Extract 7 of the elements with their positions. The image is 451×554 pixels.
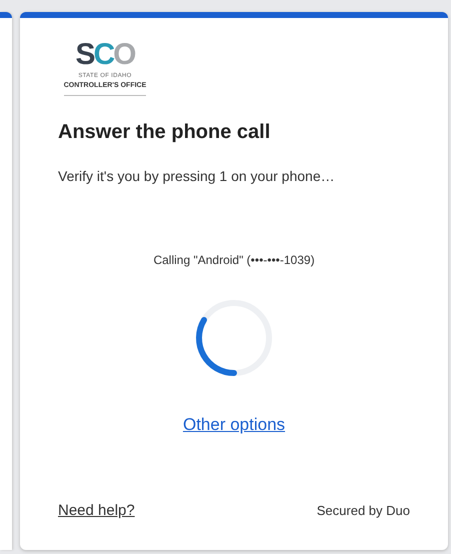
- calling-text: Calling "Android" (•••-•••-1039): [152, 252, 316, 268]
- secured-by-text: Secured by Duo: [316, 502, 410, 520]
- need-help-link[interactable]: Need help?: [58, 500, 135, 522]
- logo: SCO: [75, 40, 135, 70]
- instruction-text: Verify it's you by pressing 1 on your phone…: [58, 166, 336, 186]
- other-options-link[interactable]: Other options: [182, 412, 286, 437]
- title: Answer the phone call: [58, 120, 272, 144]
